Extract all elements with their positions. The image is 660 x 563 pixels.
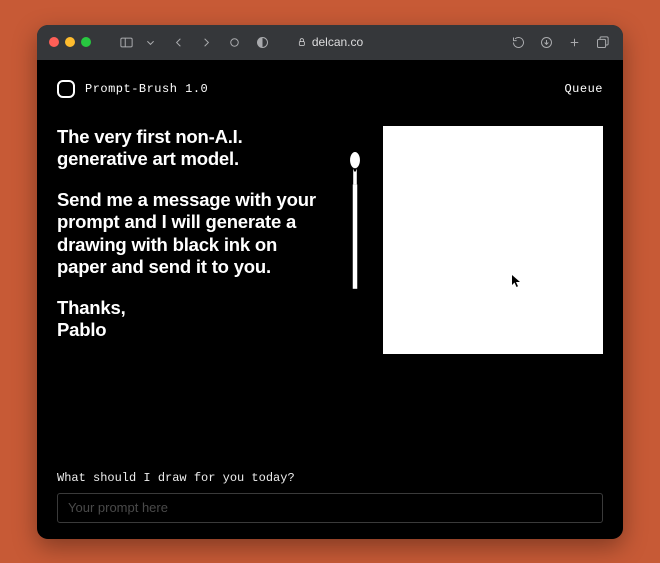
back-icon[interactable] <box>169 33 187 51</box>
app-title: Prompt-Brush 1.0 <box>85 82 208 96</box>
traffic-lights <box>49 37 91 47</box>
address-bar[interactable]: delcan.co <box>297 35 363 49</box>
url-host: delcan.co <box>312 35 363 49</box>
new-tab-icon[interactable] <box>565 33 583 51</box>
sidebar-icon[interactable] <box>117 33 135 51</box>
hero-line-3: Thanks, <box>57 297 327 320</box>
shield-icon[interactable] <box>225 33 243 51</box>
queue-link[interactable]: Queue <box>564 82 603 96</box>
chevron-down-icon[interactable] <box>141 33 159 51</box>
prompt-label: What should I draw for you today? <box>57 471 603 485</box>
hero-line-2: Send me a message with your prompt and I… <box>57 189 327 279</box>
prompt-area: What should I draw for you today? <box>57 453 603 523</box>
reload-icon[interactable] <box>509 33 527 51</box>
app-logo-icon <box>57 80 75 98</box>
forward-icon[interactable] <box>197 33 215 51</box>
brush-icon <box>346 144 364 361</box>
tabs-icon[interactable] <box>593 33 611 51</box>
hero-section: The very first non-A.I. generative art m… <box>57 126 603 361</box>
prompt-input[interactable] <box>57 493 603 523</box>
hero-line-1: The very first non-A.I. generative art m… <box>57 126 327 171</box>
drawing-canvas <box>383 126 603 354</box>
hero-line-4: Pablo <box>57 319 327 342</box>
cursor-icon <box>511 274 521 288</box>
reader-icon[interactable] <box>253 33 271 51</box>
browser-toolbar: delcan.co <box>37 25 623 60</box>
fullscreen-window-button[interactable] <box>81 37 91 47</box>
brush-column <box>341 126 369 361</box>
minimize-window-button[interactable] <box>65 37 75 47</box>
lock-icon <box>297 37 307 47</box>
downloads-icon[interactable] <box>537 33 555 51</box>
page-content: Prompt-Brush 1.0 Queue The very first no… <box>37 60 623 539</box>
app-header: Prompt-Brush 1.0 Queue <box>57 74 603 104</box>
close-window-button[interactable] <box>49 37 59 47</box>
hero-text: The very first non-A.I. generative art m… <box>57 126 327 361</box>
browser-window: delcan.co Prompt-Brush 1.0 Queue <box>37 25 623 539</box>
